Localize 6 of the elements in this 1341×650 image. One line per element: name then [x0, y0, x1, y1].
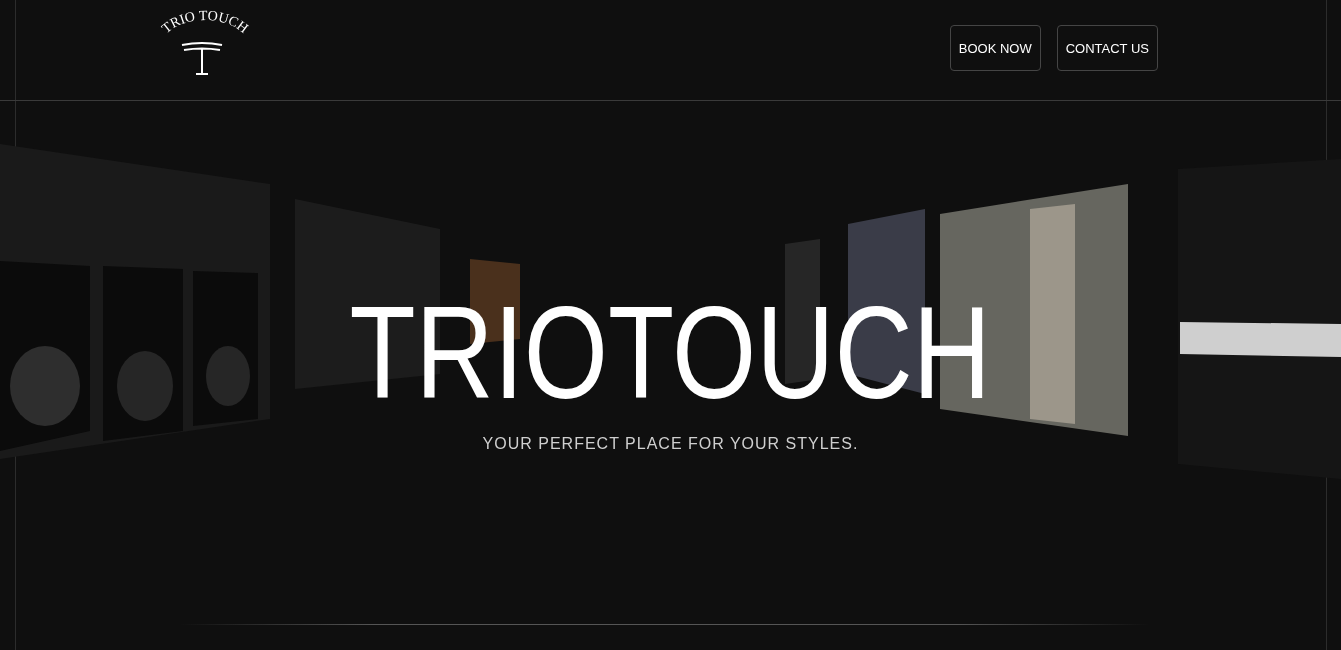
- logo-text: TRIO TOUCH: [158, 7, 252, 37]
- header-button[interactable]: CONTACT US: [1056, 25, 1158, 71]
- t-monogram-icon: [181, 42, 223, 75]
- hero-title: TRIOTOUCH: [349, 287, 992, 419]
- hero-subtitle: YOUR PERFECT PLACE FOR YOUR STYLES.: [482, 435, 859, 453]
- header-button[interactable]: BOOK NOW: [949, 25, 1041, 71]
